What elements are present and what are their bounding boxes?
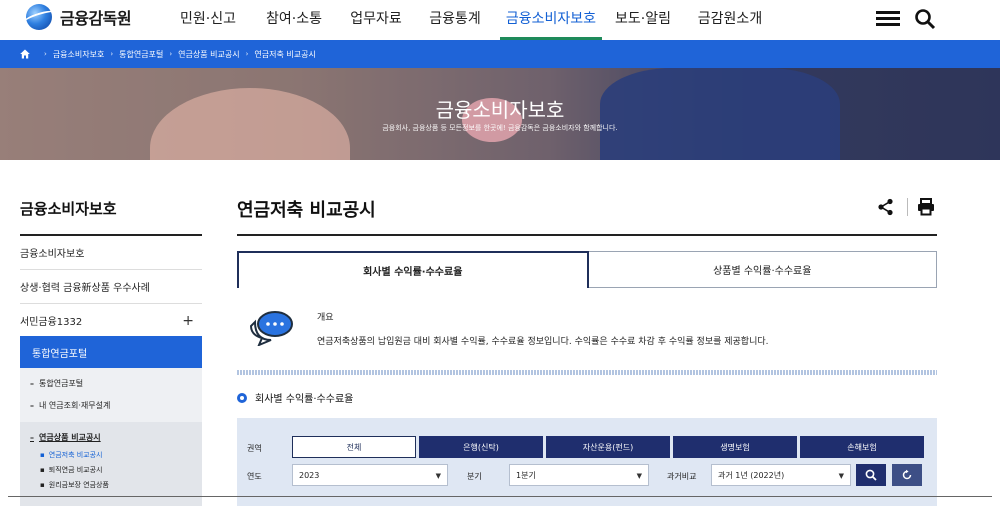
expand-plus-icon[interactable]: + — [182, 313, 194, 329]
year-select[interactable]: 2023 ▼ — [292, 464, 448, 486]
side-nav-title: 금융소비자보호 — [20, 200, 117, 218]
hero-subtitle: 금융회사, 금융상품 등 모든정보를 한곳에! 금융감독은 금융소비자와 함께합… — [382, 124, 618, 132]
caret-down-icon: ▼ — [636, 472, 642, 480]
side-nav-leaf-retirement[interactable]: 퇴직연금 비교공시 — [40, 465, 103, 475]
dotted-divider — [237, 370, 937, 375]
side-nav-link-my-pension[interactable]: 내 연금조회·재무설계 — [30, 400, 110, 411]
print-icon[interactable] — [917, 198, 935, 216]
nav-item-complaints[interactable]: 민원·신고 — [170, 0, 246, 40]
section-heading-text: 회사별 수익률·수수료율 — [255, 394, 354, 405]
breadcrumb-separator: › — [169, 50, 173, 58]
bullet-ring-icon — [237, 392, 247, 403]
caret-down-icon: ▼ — [435, 472, 441, 480]
sector-all-button[interactable]: 전체 — [292, 436, 416, 458]
toolbar-divider — [907, 198, 908, 216]
breadcrumb-separator: › — [44, 50, 47, 58]
breadcrumb-item-consumer-protection[interactable]: 금융소비자보호 — [53, 49, 105, 60]
section-heading: 회사별 수익률·수수료율 — [237, 390, 353, 405]
logo-text: 금융감독원 — [60, 9, 132, 28]
side-nav-item-label: 금융소비자보호 — [20, 249, 85, 260]
breadcrumb-item-pension-compare[interactable]: 연금상품 비교공시 — [178, 49, 239, 60]
side-nav-link-portal[interactable]: 통합연금포털 — [30, 378, 83, 389]
search-button[interactable] — [856, 464, 886, 486]
page-frame-line — [8, 496, 992, 497]
site-header: 금융감독원 민원·신고 참여·소통 업무자료 금융통계 금융소비자보호 보도·알… — [0, 0, 1000, 40]
hero-title: 금융소비자보호 — [435, 98, 565, 122]
breadcrumb-item-pension-portal[interactable]: 통합연금포털 — [119, 49, 163, 60]
sector-nonlife-button[interactable]: 손해보험 — [800, 436, 924, 458]
search-icon[interactable] — [914, 8, 938, 30]
side-nav-item-consumer-protection[interactable]: 금융소비자보호 — [20, 236, 202, 270]
nav-item-consumer-protection[interactable]: 금융소비자보호 — [500, 0, 602, 40]
nav-item-statistics[interactable]: 금융통계 — [410, 0, 500, 40]
breadcrumb: › 금융소비자보호 › 통합연금포털 › 연금상품 비교공시 › 연금저축 비교… — [0, 40, 1000, 68]
side-nav-leaf-guaranteed[interactable]: 원리금보장 연금상품 — [40, 480, 109, 490]
logo-mark-icon — [26, 4, 52, 30]
sector-label: 권역 — [247, 444, 262, 453]
search-icon — [865, 469, 877, 481]
compare-label: 과거비교 — [667, 472, 697, 481]
sector-asset-button[interactable]: 자산운용(펀드) — [546, 436, 670, 458]
intro-heading: 개요 — [317, 313, 334, 323]
nav-item-participation[interactable]: 참여·소통 — [246, 0, 342, 40]
side-nav-leaf-savings[interactable]: 연금저축 비교공시 — [40, 450, 103, 460]
home-icon[interactable] — [20, 49, 30, 59]
nav-item-about[interactable]: 금감원소개 — [684, 0, 776, 40]
reset-button[interactable] — [892, 464, 922, 486]
quarter-label: 분기 — [467, 472, 482, 481]
year-label: 연도 — [247, 472, 262, 481]
quarter-select[interactable]: 1분기 ▼ — [509, 464, 649, 486]
global-nav: 민원·신고 참여·소통 업무자료 금융통계 금융소비자보호 보도·알림 금감원소… — [170, 0, 776, 40]
refresh-icon — [902, 469, 912, 480]
year-value: 2023 — [299, 470, 320, 480]
sector-life-button[interactable]: 생명보험 — [673, 436, 797, 458]
filter-panel: 권역 전체 은행(신탁) 자산운용(펀드) 생명보험 손해보험 연도 2023 … — [237, 418, 937, 506]
side-nav-item-label: 상생·협력 금융新상품 우수사례 — [20, 283, 150, 294]
breadcrumb-item-current[interactable]: 연금저축 비교공시 — [254, 49, 315, 60]
compare-select[interactable]: 과거 1년 (2022년) ▼ — [711, 464, 851, 486]
page-title: 연금저축 비교공시 — [237, 200, 376, 221]
title-divider — [237, 234, 937, 236]
nav-item-materials[interactable]: 업무자료 — [342, 0, 410, 40]
share-icon[interactable] — [877, 198, 895, 216]
side-nav-item-cases[interactable]: 상생·협력 금융新상품 우수사례 — [20, 270, 202, 304]
side-nav-item-1332[interactable]: 서민금융1332 + — [20, 304, 202, 338]
nav-item-press[interactable]: 보도·알림 — [602, 0, 684, 40]
caret-down-icon: ▼ — [838, 472, 844, 480]
side-nav-item-pension-portal[interactable]: 통합연금포털 — [20, 336, 202, 368]
intro-text: 연금저축상품의 납입원금 대비 회사별 수익률, 수수료율 정보입니다. 수익률… — [317, 337, 769, 347]
side-nav-item-label: 서민금융1332 — [20, 317, 83, 328]
site-logo[interactable]: 금융감독원 — [26, 4, 132, 30]
hero-banner: 금융소비자보호 금융회사, 금융상품 등 모든정보를 한곳에! 금융감독은 금융… — [0, 68, 1000, 160]
side-nav-link-compare[interactable]: 연금상품 비교공시 — [30, 432, 101, 443]
breadcrumb-separator: › — [110, 50, 114, 58]
speech-bubble-icon — [247, 310, 295, 347]
compare-value: 과거 1년 (2022년) — [718, 470, 785, 480]
quarter-value: 1분기 — [516, 470, 536, 480]
tab-bar: 회사별 수익률·수수료율 상품별 수익률·수수료율 — [237, 251, 937, 288]
sector-bank-button[interactable]: 은행(신탁) — [419, 436, 543, 458]
tab-product-rates[interactable]: 상품별 수익률·수수료율 — [588, 251, 937, 288]
hamburger-menu-icon[interactable] — [876, 8, 900, 30]
breadcrumb-separator: › — [245, 50, 249, 58]
tab-company-rates[interactable]: 회사별 수익률·수수료율 — [237, 251, 589, 288]
